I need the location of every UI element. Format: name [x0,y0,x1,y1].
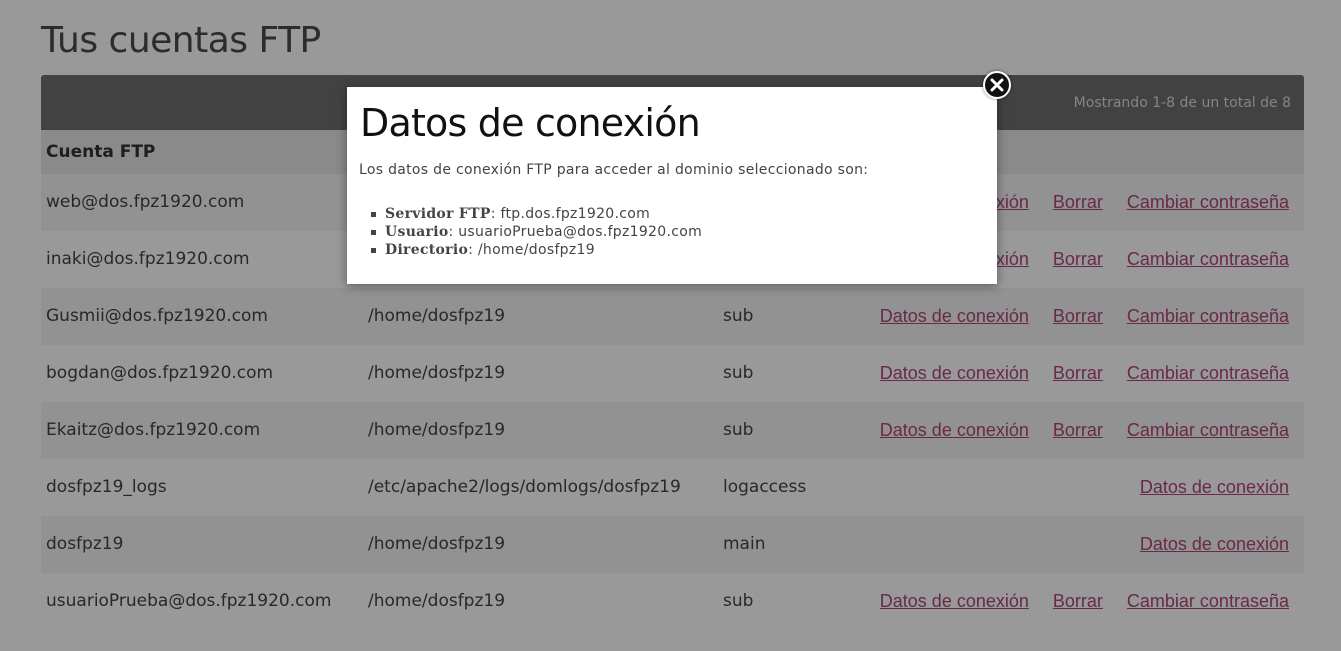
connection-details-dialog: Datos de conexión Los datos de conexión … [347,87,997,284]
connection-details-list: Servidor FTP: ftp.dos.fpz1920.com Usuari… [371,205,702,259]
detail-value: : ftp.dos.fpz1920.com [490,206,651,222]
detail-directory: Directorio: /home/dosfpz19 [371,241,702,259]
detail-server: Servidor FTP: ftp.dos.fpz1920.com [371,205,702,223]
detail-label: Servidor FTP [385,206,491,222]
detail-user: Usuario: usuarioPrueba@dos.fpz1920.com [371,223,702,241]
close-icon [990,78,1004,92]
detail-label: Usuario [385,224,449,240]
bullet-icon [371,212,376,217]
dialog-title: Datos de conexión [360,101,701,145]
detail-value: : usuarioPrueba@dos.fpz1920.com [448,224,703,240]
bullet-icon [371,230,376,235]
detail-value: : /home/dosfpz19 [468,242,595,258]
detail-label: Directorio [385,242,469,258]
dialog-intro-text: Los datos de conexión FTP para acceder a… [359,162,869,178]
bullet-icon [371,248,376,253]
dialog-close-button[interactable] [983,71,1011,99]
